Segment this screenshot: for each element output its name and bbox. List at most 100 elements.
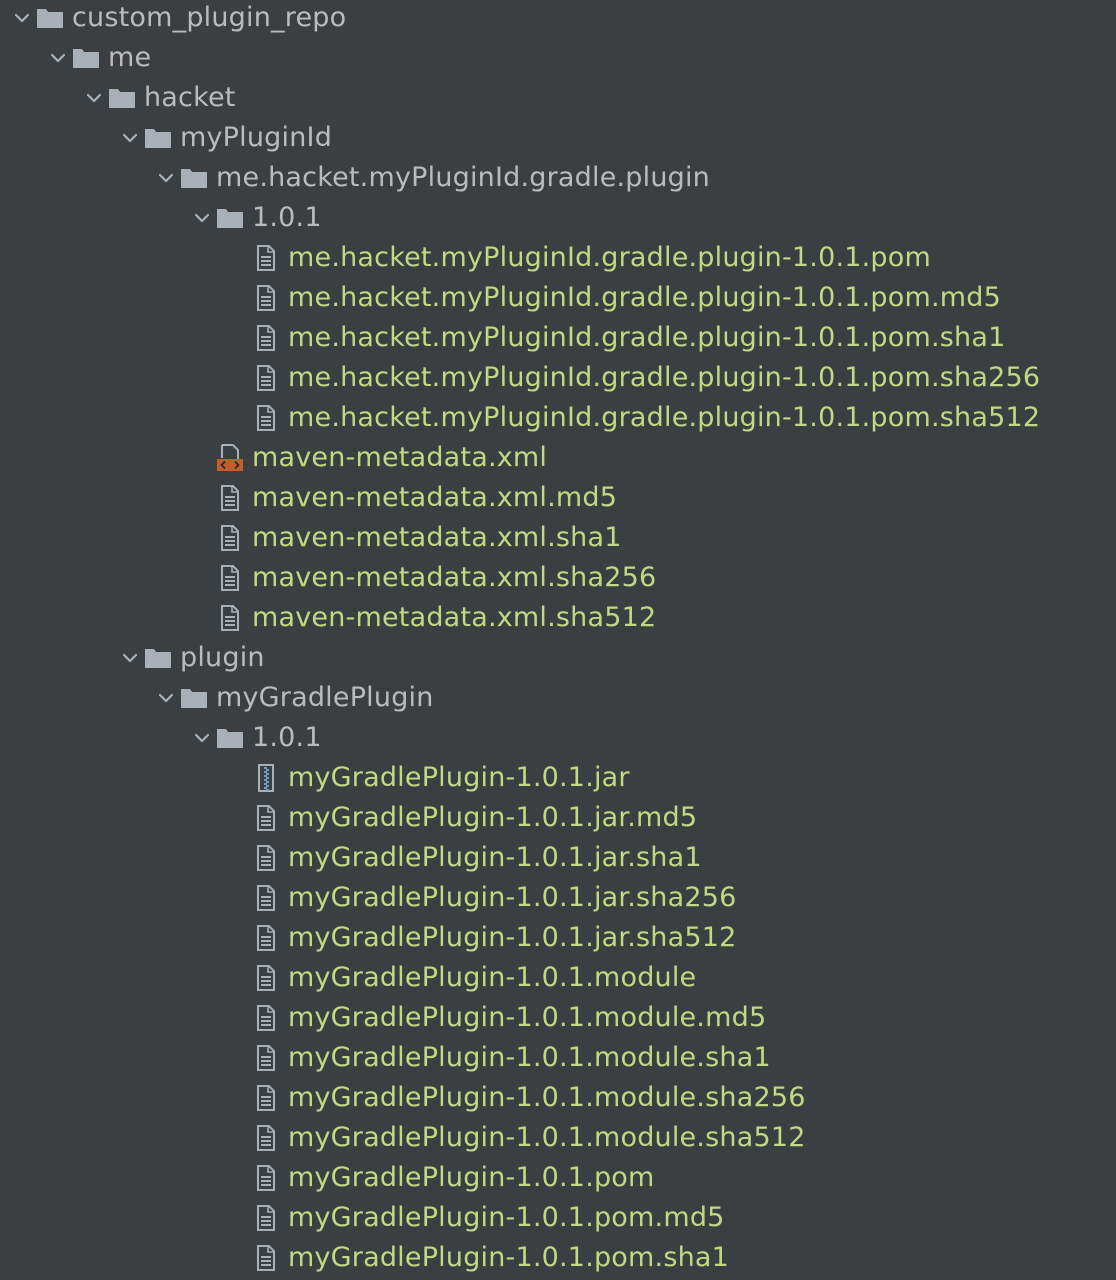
tree-folder-node[interactable]: me [0,38,1116,78]
chevron-down-icon[interactable] [152,158,180,198]
text-file-icon [252,958,280,998]
tree-file-node[interactable]: myGradlePlugin-1.0.1.pom.sha1 [0,1238,1116,1278]
folder-label: custom_plugin_repo [72,2,347,33]
folder-label: myGradlePlugin [216,682,434,713]
file-label: myGradlePlugin-1.0.1.pom.sha1 [288,1242,730,1273]
tree-folder-node[interactable]: hacket [0,78,1116,118]
text-file-icon [252,238,280,278]
text-file-icon [252,1078,280,1118]
chevron-down-icon[interactable] [188,718,216,758]
text-file-icon [252,318,280,358]
tree-file-node[interactable]: myGradlePlugin-1.0.1.jar.sha1 [0,838,1116,878]
tree-file-node[interactable]: me.hacket.myPluginId.gradle.plugin-1.0.1… [0,238,1116,278]
file-label: myGradlePlugin-1.0.1.module.md5 [288,1002,767,1033]
file-label: myGradlePlugin-1.0.1.jar.sha256 [288,882,737,913]
file-label: myGradlePlugin-1.0.1.module.sha512 [288,1122,806,1153]
tree-file-node[interactable]: myGradlePlugin-1.0.1.pom [0,1158,1116,1198]
tree-file-node[interactable]: maven-metadata.xml.md5 [0,478,1116,518]
folder-icon [216,718,244,758]
file-label: myGradlePlugin-1.0.1.pom [288,1162,655,1193]
chevron-down-icon[interactable] [44,38,72,78]
tree-file-node[interactable]: maven-metadata.xml.sha512 [0,598,1116,638]
folder-label: 1.0.1 [252,722,322,753]
file-label: myGradlePlugin-1.0.1.jar.sha512 [288,922,737,953]
chevron-down-icon[interactable] [188,198,216,238]
tree-folder-node[interactable]: me.hacket.myPluginId.gradle.plugin [0,158,1116,198]
tree-file-node[interactable]: myGradlePlugin-1.0.1.jar.md5 [0,798,1116,838]
tree-file-node[interactable]: myGradlePlugin-1.0.1.module.sha512 [0,1118,1116,1158]
tree-file-node[interactable]: myGradlePlugin-1.0.1.pom.md5 [0,1198,1116,1238]
tree-file-node[interactable]: myGradlePlugin-1.0.1.module.md5 [0,998,1116,1038]
file-label: maven-metadata.xml [252,442,548,473]
tree-file-node[interactable]: maven-metadata.xml [0,438,1116,478]
tree-folder-node[interactable]: plugin [0,638,1116,678]
text-file-icon [252,1038,280,1078]
text-file-icon [252,278,280,318]
file-label: me.hacket.myPluginId.gradle.plugin-1.0.1… [288,322,1006,353]
tree-folder-node[interactable]: custom_plugin_repo [0,0,1116,38]
tree-file-node[interactable]: myGradlePlugin-1.0.1.jar.sha256 [0,878,1116,918]
xml-file-icon [216,438,244,478]
tree-folder-node[interactable]: myPluginId [0,118,1116,158]
folder-icon [144,118,172,158]
tree-file-node[interactable]: maven-metadata.xml.sha256 [0,558,1116,598]
file-label: myGradlePlugin-1.0.1.jar [288,762,630,793]
file-label: maven-metadata.xml.sha1 [252,522,622,553]
text-file-icon [216,598,244,638]
tree-folder-node[interactable]: myGradlePlugin [0,678,1116,718]
tree-file-node[interactable]: me.hacket.myPluginId.gradle.plugin-1.0.1… [0,278,1116,318]
chevron-down-icon[interactable] [8,0,36,38]
tree-file-node[interactable]: me.hacket.myPluginId.gradle.plugin-1.0.1… [0,398,1116,438]
file-label: myGradlePlugin-1.0.1.module.sha256 [288,1082,806,1113]
text-file-icon [252,1158,280,1198]
text-file-icon [216,558,244,598]
tree-file-node[interactable]: myGradlePlugin-1.0.1.module [0,958,1116,998]
tree-file-node[interactable]: me.hacket.myPluginId.gradle.plugin-1.0.1… [0,318,1116,358]
tree-file-node[interactable]: myGradlePlugin-1.0.1.module.sha256 [0,1078,1116,1118]
text-file-icon [252,878,280,918]
file-label: myGradlePlugin-1.0.1.pom.md5 [288,1202,725,1233]
tree-file-node[interactable]: myGradlePlugin-1.0.1.jar [0,758,1116,798]
text-file-icon [252,798,280,838]
chevron-down-icon[interactable] [116,118,144,158]
file-label: myGradlePlugin-1.0.1.module.sha1 [288,1042,771,1073]
folder-icon [36,0,64,38]
folder-label: plugin [180,642,265,673]
text-file-icon [252,998,280,1038]
text-file-icon [252,358,280,398]
chevron-down-icon[interactable] [80,78,108,118]
tree-file-node[interactable]: myGradlePlugin-1.0.1.jar.sha512 [0,918,1116,958]
file-label: myGradlePlugin-1.0.1.module [288,962,697,993]
tree-folder-node[interactable]: 1.0.1 [0,198,1116,238]
archive-file-icon [252,758,280,798]
tree-file-node[interactable]: myGradlePlugin-1.0.1.module.sha1 [0,1038,1116,1078]
file-label: maven-metadata.xml.sha512 [252,602,657,633]
project-file-tree: custom_plugin_repo me hacket myPluginId me.h… [0,0,1116,1280]
chevron-down-icon[interactable] [116,638,144,678]
folder-icon [72,38,100,78]
folder-icon [180,158,208,198]
file-label: maven-metadata.xml.sha256 [252,562,657,593]
tree-file-node[interactable]: maven-metadata.xml.sha1 [0,518,1116,558]
chevron-down-icon[interactable] [152,678,180,718]
tree-folder-node[interactable]: 1.0.1 [0,718,1116,758]
tree-file-node[interactable]: me.hacket.myPluginId.gradle.plugin-1.0.1… [0,358,1116,398]
file-label: maven-metadata.xml.md5 [252,482,618,513]
text-file-icon [252,1198,280,1238]
